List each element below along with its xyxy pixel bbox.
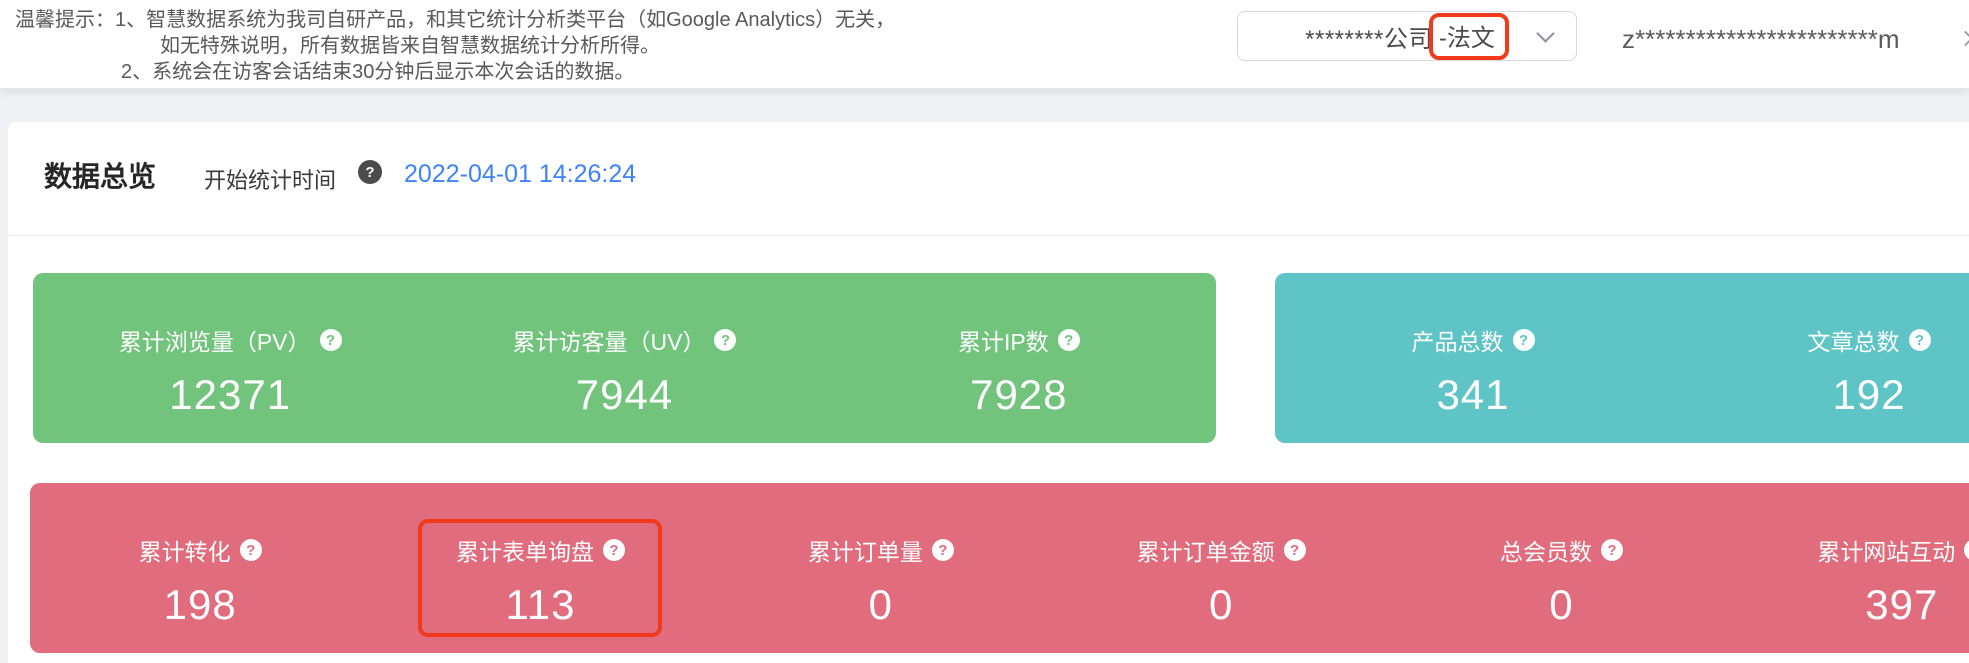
stat-item-products: 产品总数 341 — [1275, 273, 1671, 443]
stat-value: 7928 — [970, 371, 1068, 418]
stat-label: 总会员数 — [1499, 539, 1592, 565]
stat-item-ip: 累计IP数 7928 — [822, 273, 1216, 443]
stat-label: 累计订单量 — [807, 539, 923, 565]
notice-line: 如无特殊说明，所有数据皆来自智慧数据统计分析所得。 — [160, 35, 660, 57]
data-overview-panel: 数据总览 开始统计时间 2022-04-01 14:26:24 累计浏览量（PV… — [8, 122, 1969, 663]
stat-item-form-inquiries: 累计表单询盘 113 — [370, 483, 710, 653]
help-icon[interactable] — [1964, 539, 1969, 561]
stat-label: 文章总数 — [1807, 329, 1900, 355]
stat-label: 累计浏览量（PV） — [118, 329, 311, 355]
stat-value: 397 — [1865, 581, 1939, 628]
stat-value: 341 — [1436, 371, 1510, 418]
page-title: 数据总览 — [44, 161, 157, 192]
help-icon[interactable] — [1908, 329, 1931, 351]
stat-label: 累计转化 — [138, 539, 231, 565]
start-time-label: 开始统计时间 — [204, 168, 337, 193]
stat-label: 累计访客量（UV） — [512, 329, 706, 355]
notice-line: 2、系统会在访客会话结束30分钟后显示本次会话的数据。 — [121, 61, 635, 83]
divider — [8, 235, 1969, 236]
stat-label: 产品总数 — [1411, 329, 1504, 355]
top-notice-bar: 温馨提示：1、智慧数据系统为我司自研产品，和其它统计分析类平台（如Google … — [0, 0, 1969, 89]
traffic-stats-card: 累计浏览量（PV） 12371 累计访客量（UV） 7944 累计IP数 792… — [33, 273, 1216, 443]
stat-value: 198 — [163, 581, 237, 628]
help-icon[interactable] — [1057, 329, 1080, 351]
stat-item-orders: 累计订单量 0 — [711, 483, 1051, 653]
stat-item-site-interactions: 累计网站互动 397 — [1732, 483, 1969, 653]
stat-label: 累计IP数 — [957, 329, 1049, 355]
help-icon[interactable] — [1283, 539, 1306, 561]
conversion-stats-card: 累计转化 198 累计表单询盘 113 累计订单量 0 累计订单金额 — [30, 483, 1969, 653]
start-time-value: 2022-04-01 14:26:24 — [404, 160, 637, 188]
help-icon[interactable] — [602, 539, 625, 561]
right-edge-chevron-icon — [1957, 30, 1969, 47]
help-icon[interactable] — [931, 539, 954, 561]
stat-label: 累计订单金额 — [1136, 539, 1275, 565]
stat-item-order-amount: 累计订单金额 0 — [1051, 483, 1391, 653]
annotation-box-company-lang: -法文 — [1428, 12, 1509, 60]
help-icon[interactable] — [1512, 329, 1535, 351]
system-notice: 温馨提示：1、智慧数据系统为我司自研产品，和其它统计分析类平台（如Google … — [15, 7, 895, 85]
stat-value: 7944 — [575, 371, 674, 418]
company-select-dropdown[interactable]: ********公司 -法文 — [1237, 11, 1577, 61]
stat-item-articles: 文章总数 192 — [1671, 273, 1969, 443]
help-icon[interactable] — [319, 329, 342, 351]
help-icon[interactable] — [358, 160, 382, 184]
help-icon[interactable] — [239, 539, 262, 561]
help-icon[interactable] — [1600, 539, 1623, 561]
stat-value: 0 — [1549, 581, 1574, 628]
stat-item-pv: 累计浏览量（PV） 12371 — [33, 273, 427, 443]
notice-line: 温馨提示：1、智慧数据系统为我司自研产品，和其它统计分析类平台（如Google … — [15, 9, 896, 31]
stat-value: 12371 — [169, 371, 292, 418]
user-email-masked: z************************m — [1622, 24, 1900, 54]
company-select-value: ********公司 — [1305, 25, 1433, 53]
content-stats-card: 产品总数 341 文章总数 192 — [1275, 273, 1969, 443]
stat-item-members: 总会员数 0 — [1391, 483, 1731, 653]
stat-value: 192 — [1832, 371, 1906, 418]
stat-value: 0 — [1208, 581, 1234, 628]
stat-value: 0 — [868, 581, 893, 628]
stat-value: 113 — [505, 581, 576, 628]
stat-label: 累计表单询盘 — [455, 539, 594, 565]
stat-label: 累计网站互动 — [1817, 539, 1956, 565]
stat-item-uv: 累计访客量（UV） 7944 — [427, 273, 821, 443]
help-icon[interactable] — [714, 329, 737, 351]
stat-item-conversions: 累计转化 198 — [30, 483, 370, 653]
chevron-down-icon — [1536, 24, 1555, 43]
